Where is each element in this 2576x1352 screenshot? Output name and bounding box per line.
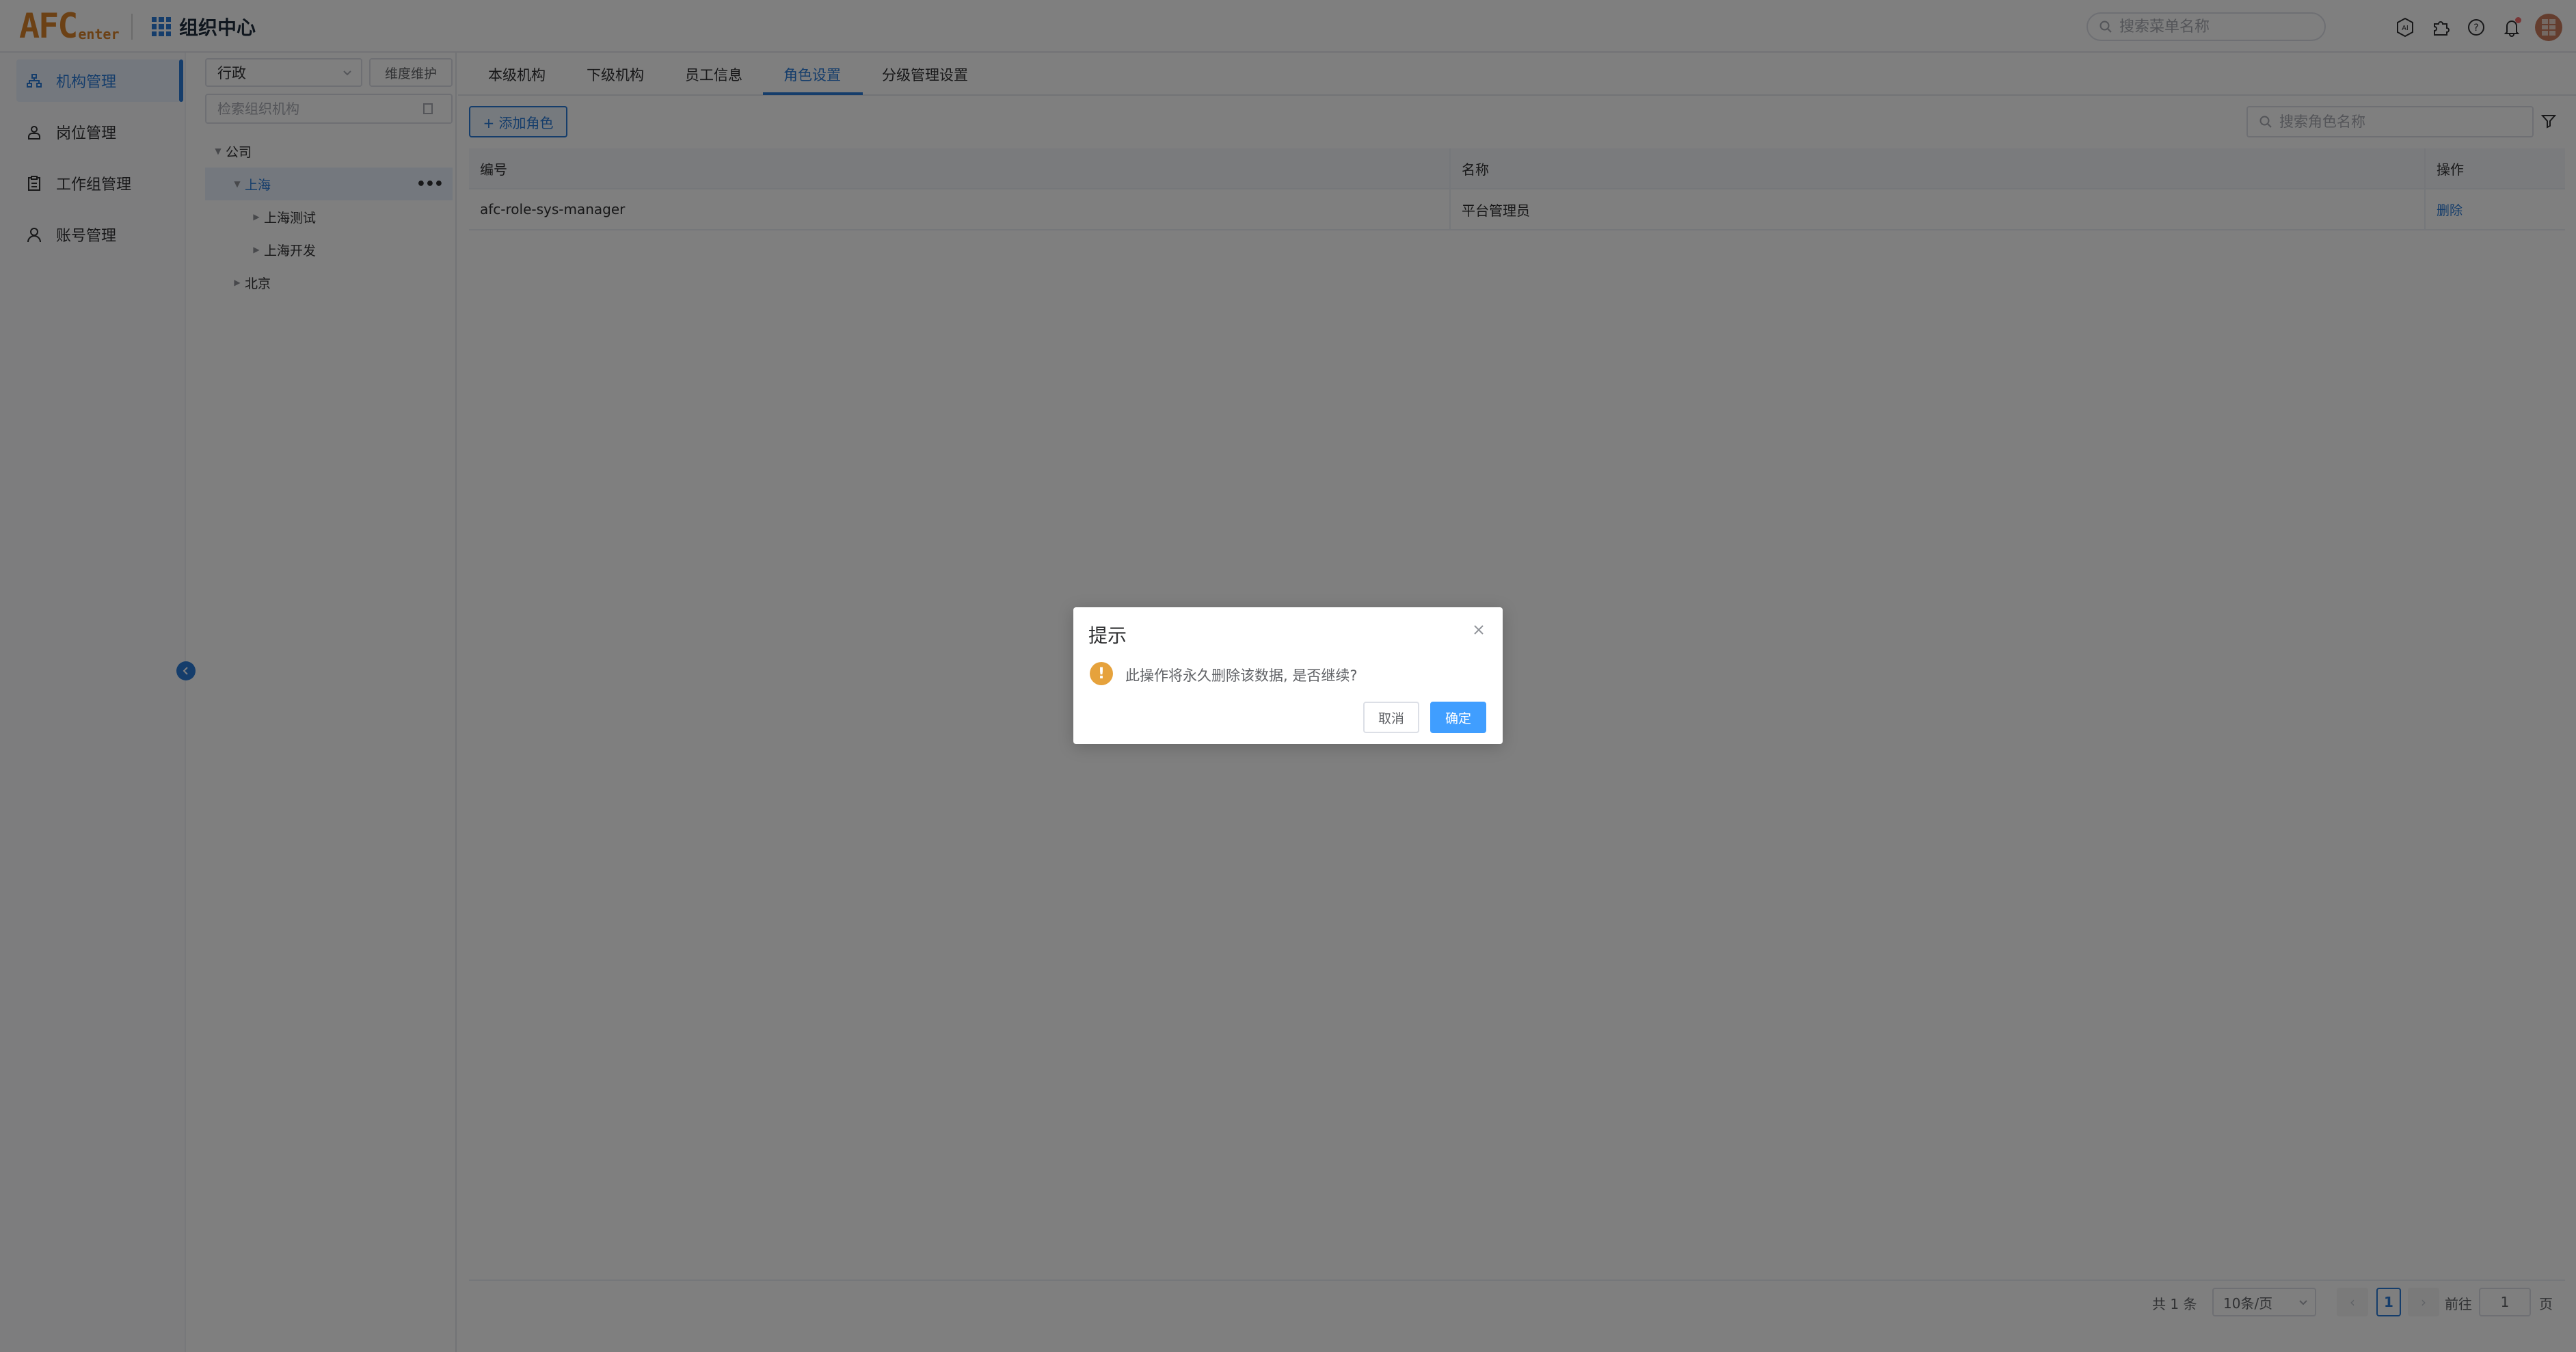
warning-icon: ! <box>1090 662 1113 685</box>
close-icon[interactable] <box>1468 620 1489 640</box>
confirm-button[interactable]: 确定 <box>1430 702 1486 733</box>
confirm-dialog: 提示 ! 此操作将永久删除该数据, 是否继续? 取消 确定 <box>1073 607 1503 744</box>
dialog-title: 提示 <box>1088 624 1127 647</box>
dialog-message: 此操作将永久删除该数据, 是否继续? <box>1125 667 1358 684</box>
cancel-button[interactable]: 取消 <box>1363 702 1419 733</box>
